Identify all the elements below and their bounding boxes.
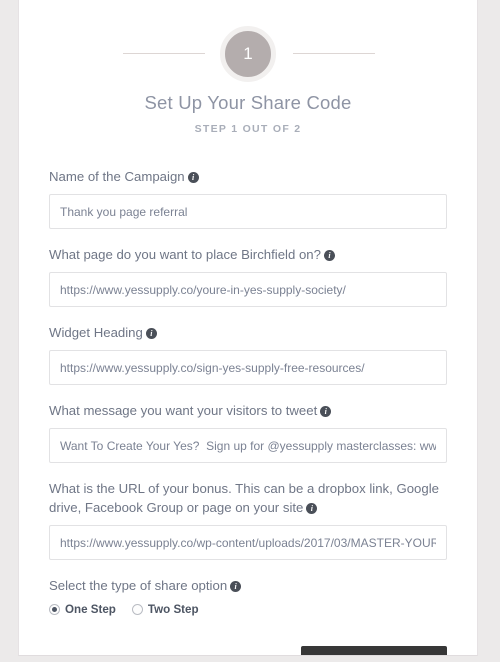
label-tweet-message-text: What message you want your visitors to t…: [49, 403, 318, 418]
label-bonus-url: What is the URL of your bonus. This can …: [49, 479, 447, 517]
step-rule-left: [123, 53, 205, 54]
radio-two-step-mark[interactable]: [131, 604, 143, 615]
info-icon[interactable]: i: [187, 172, 199, 183]
label-page-url: What page do you want to place Birchfiel…: [49, 245, 447, 264]
info-icon[interactable]: i: [320, 406, 332, 417]
bonus-url-input[interactable]: [49, 525, 447, 560]
label-widget-heading: Widget Heading i: [49, 323, 447, 342]
tweet-message-input[interactable]: [49, 428, 447, 463]
grab-your-code-button[interactable]: Grab your Code⟶: [300, 646, 447, 655]
label-share-option-text: Select the type of share option: [49, 578, 228, 593]
widget-heading-input[interactable]: [49, 350, 447, 385]
share-code-form: Name of the Campaigni What page do you w…: [49, 167, 447, 616]
label-campaign-name-text: Name of the Campaign: [49, 169, 185, 184]
radio-one-step-label: One Step: [65, 603, 116, 616]
form-actions: Grab your Code⟶: [49, 646, 447, 655]
campaign-name-input[interactable]: [49, 194, 447, 229]
field-campaign-name: Name of the Campaign i: [49, 167, 447, 229]
label-page-url-text: What page do you want to place Birchfiel…: [49, 247, 321, 262]
field-page-url: What page do you want to place Birchfiel…: [49, 245, 447, 307]
page-title: Set Up Your Share Code: [144, 92, 352, 113]
radio-two-step[interactable]: Two Step: [131, 603, 199, 616]
field-bonus-url: What is the URL of your bonus. This can …: [49, 479, 447, 560]
info-icon[interactable]: i: [230, 581, 242, 592]
radio-two-step-label: Two Step: [147, 603, 199, 616]
radio-one-step-mark[interactable]: [49, 604, 60, 615]
step-indicator-1: 1: [220, 26, 276, 82]
radio-one-step[interactable]: One Step: [49, 603, 116, 616]
field-widget-heading: Widget Heading i: [49, 323, 447, 385]
label-widget-heading-text: Widget Heading: [49, 325, 143, 340]
field-share-option: Select the type of share option i One Ste…: [49, 576, 447, 616]
wizard-step-header: 1: [19, 0, 477, 82]
share-option-radio-group: One Step Two Step: [49, 603, 447, 616]
page-url-input[interactable]: [49, 272, 447, 307]
step-subtitle: STEP 1 OUT OF 2: [194, 123, 302, 135]
step-rule-right: [293, 53, 375, 54]
label-bonus-url-text: What is the URL of your bonus. This can …: [49, 481, 439, 515]
label-tweet-message: What message you want your visitors to t…: [49, 401, 447, 420]
info-icon[interactable]: i: [145, 328, 157, 339]
page-background: 1 Set Up Your Share Code STEP 1 OUT OF 2…: [0, 0, 500, 662]
label-share-option: Select the type of share option i: [49, 576, 447, 595]
setup-card: 1 Set Up Your Share Code STEP 1 OUT OF 2…: [18, 0, 478, 656]
info-icon[interactable]: i: [323, 250, 335, 261]
info-icon[interactable]: i: [306, 503, 318, 514]
field-tweet-message: What message you want your visitors to t…: [49, 401, 447, 463]
label-campaign-name: Name of the Campaign i: [49, 167, 447, 186]
